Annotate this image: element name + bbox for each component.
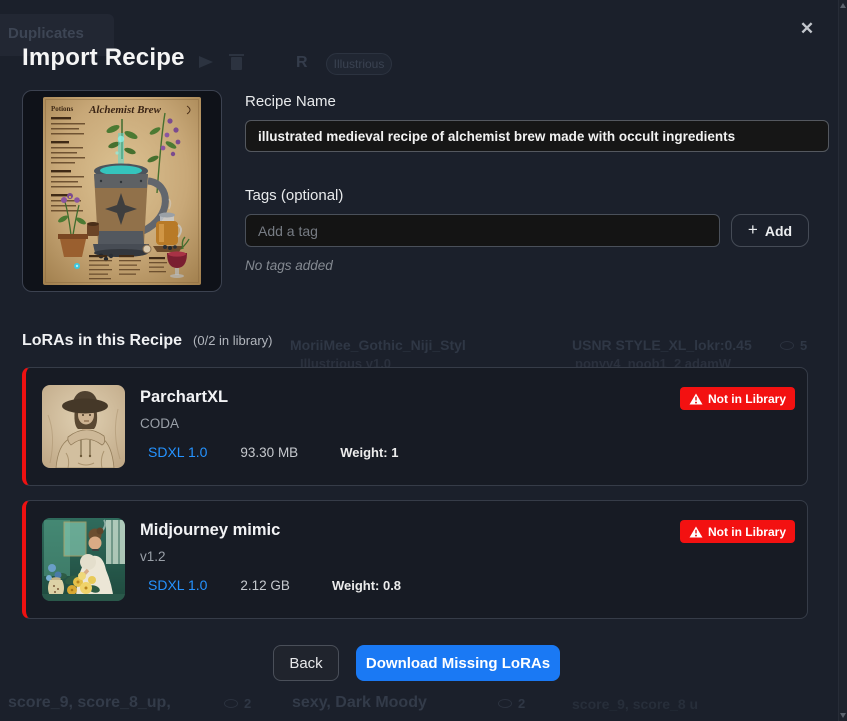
lora-thumbnail [42,518,125,601]
lora-file-size: 93.30 MB [240,445,298,460]
lora-meta-row: SDXL 1.0 2.12 GB Weight: 0.8 [148,577,401,593]
back-button[interactable]: Back [273,645,339,681]
lora-weight: Weight: 0.8 [332,578,401,593]
page-title: Import Recipe [22,44,185,72]
background-duplicates-label: Duplicates [8,25,84,42]
warning-icon [689,393,703,405]
base-model-link[interactable]: SDXL 1.0 [148,444,207,460]
eye-icon [224,699,238,708]
recipe-thumbnail: Alchemist Brew Potions [22,90,222,292]
lora-version: v1.2 [140,549,166,564]
recipe-name-input[interactable] [245,120,829,152]
scrollbar[interactable] [838,0,847,721]
alchemist-brew-illustration: Alchemist Brew Potions [43,97,201,285]
loras-heading-text: LoRAs in this Recipe [22,332,182,350]
badge-label: Not in Library [708,392,786,406]
background-tags-text: score_9, score_8_up, [8,694,171,712]
background-model-pill: Illustrious [326,53,392,75]
lora-card: ParchartXL CODA SDXL 1.0 93.30 MB Weight… [22,367,808,486]
svg-text:Alchemist Brew: Alchemist Brew [88,104,161,116]
badge-label: Not in Library [708,525,786,539]
add-tag-button[interactable]: + Add [731,214,809,247]
lora-name: ParchartXL [140,388,228,407]
background-card-title: USNR STYLE_XL_lokr:0.45 [572,337,752,353]
background-view-count: 2 [244,696,251,711]
svg-text:Potions: Potions [51,105,73,113]
send-icon [199,56,213,68]
warning-icon [689,526,703,538]
recipe-name-label: Recipe Name [245,93,336,110]
tag-input[interactable] [245,214,720,247]
lora-file-size: 2.12 GB [240,578,290,593]
base-model-link[interactable]: SDXL 1.0 [148,577,207,593]
lora-thumbnail [42,385,125,468]
loras-section-heading: LoRAs in this Recipe (0/2 in library) [22,332,273,350]
eye-icon [780,341,794,350]
no-tags-text: No tags added [245,258,333,273]
not-in-library-badge: Not in Library [680,387,795,410]
plus-icon: + [748,220,758,240]
not-in-library-badge: Not in Library [680,520,795,543]
tags-label: Tags (optional) [245,187,343,204]
download-missing-loras-button[interactable]: Download Missing LoRAs [356,645,560,681]
lora-meta-row: SDXL 1.0 93.30 MB Weight: 1 [148,444,398,460]
background-view-count: 5 [800,338,807,353]
eye-icon [498,699,512,708]
scroll-down-arrow-icon[interactable] [840,713,846,718]
lora-version: CODA [140,416,179,431]
background-tags-text: score_9, score_8 u [572,696,698,712]
lora-card: Midjourney mimic v1.2 SDXL 1.0 2.12 GB W… [22,500,808,619]
scroll-up-arrow-icon[interactable] [840,3,846,8]
background-tags-text: sexy, Dark Moody [292,694,427,712]
background-r-label: R [296,54,308,72]
close-icon[interactable]: ✕ [794,16,820,42]
lora-weight: Weight: 1 [340,445,398,460]
trash-icon [231,57,242,70]
lora-name: Midjourney mimic [140,521,280,540]
add-tag-button-label: Add [765,223,792,239]
background-view-count: 2 [518,696,525,711]
background-card-title: MoriiMee_Gothic_Niji_Styl [290,337,466,353]
loras-library-count: (0/2 in library) [193,333,272,348]
